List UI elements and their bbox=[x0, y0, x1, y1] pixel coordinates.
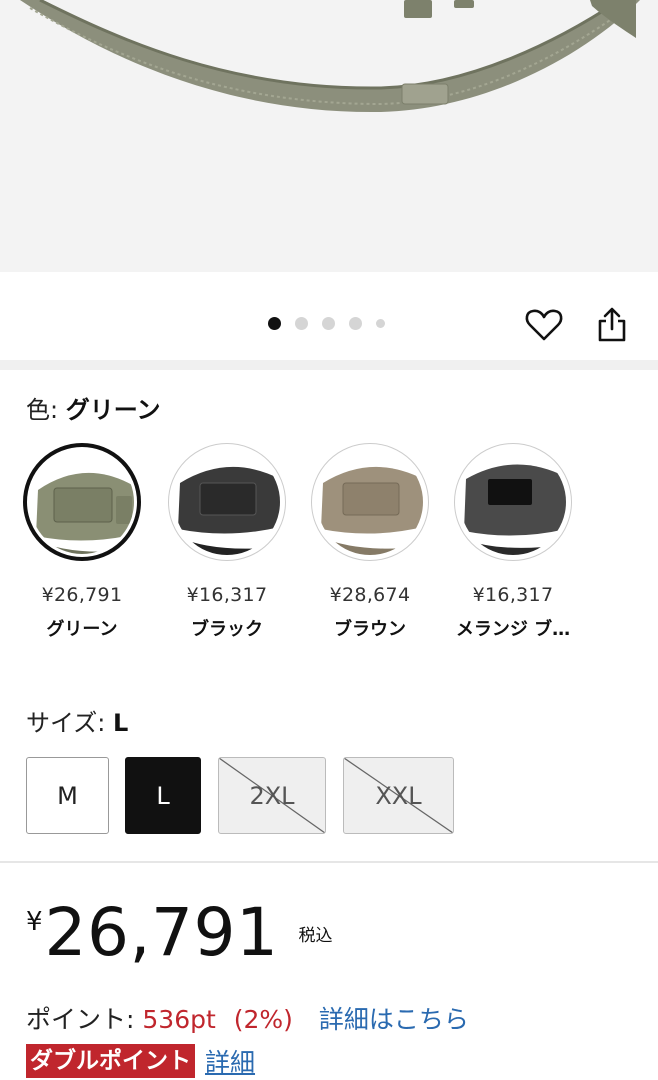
color-label-text: 色: bbox=[26, 396, 59, 424]
size-option-label: XXL bbox=[375, 781, 422, 810]
heart-icon bbox=[525, 309, 563, 341]
double-point-badge: ダブルポイント bbox=[26, 1044, 195, 1078]
double-point-detail-link[interactable]: 詳細 bbox=[205, 1043, 255, 1079]
color-swatch-image[interactable] bbox=[454, 443, 572, 561]
size-option-l[interactable]: L bbox=[125, 757, 201, 834]
gallery-bar bbox=[0, 272, 658, 360]
points-label: ポイント: bbox=[26, 1005, 135, 1034]
brown-bag-thumbnail bbox=[317, 449, 423, 555]
size-option-m[interactable]: M bbox=[26, 757, 109, 834]
size-label-text: サイズ: bbox=[26, 709, 106, 737]
size-option-label: 2XL bbox=[249, 781, 295, 810]
color-option-name: グリーン bbox=[46, 619, 118, 640]
pagination-dot[interactable] bbox=[295, 317, 308, 330]
color-swatch-image[interactable] bbox=[168, 443, 286, 561]
size-option-label: L bbox=[156, 781, 170, 810]
color-option-name: ブラック bbox=[191, 619, 263, 640]
pagination-dot[interactable] bbox=[376, 319, 385, 328]
color-option-black[interactable]: ¥16,317 ブラック bbox=[167, 443, 287, 641]
section-divider bbox=[0, 861, 658, 863]
color-option-name: ブラウン bbox=[334, 619, 406, 640]
color-option-green[interactable]: ¥26,791 グリーン bbox=[22, 443, 142, 641]
product-image[interactable] bbox=[0, 0, 658, 272]
size-option-label: M bbox=[57, 781, 78, 810]
image-pagination bbox=[268, 317, 399, 330]
pagination-dot[interactable] bbox=[268, 317, 281, 330]
section-divider bbox=[0, 360, 658, 370]
points-row: ポイント: 536pt (2%) 詳細はこちら bbox=[26, 1000, 469, 1036]
tax-note: 税込 bbox=[298, 926, 333, 946]
favorite-button[interactable] bbox=[524, 305, 564, 345]
color-swatch-image[interactable] bbox=[23, 443, 141, 561]
pagination-dot[interactable] bbox=[322, 317, 335, 330]
black-bag-thumbnail bbox=[174, 449, 280, 555]
share-icon bbox=[598, 307, 626, 342]
color-option-melange[interactable]: ¥16,317 メランジ ブ… bbox=[453, 443, 573, 641]
color-option-price: ¥28,674 bbox=[329, 584, 411, 606]
selected-size: L bbox=[113, 709, 129, 737]
pagination-dot[interactable] bbox=[349, 317, 362, 330]
color-label: 色: グリーン bbox=[26, 390, 161, 425]
color-option-price: ¥16,317 bbox=[186, 584, 268, 606]
green-bag-thumbnail bbox=[30, 450, 134, 554]
size-option-xxl[interactable]: XXL bbox=[343, 757, 454, 834]
color-option-brown[interactable]: ¥28,674 ブラウン bbox=[310, 443, 430, 641]
color-swatch-image[interactable] bbox=[311, 443, 429, 561]
size-option-2xl[interactable]: 2XL bbox=[218, 757, 326, 834]
points-detail-link[interactable]: 詳細はこちら bbox=[319, 1005, 469, 1034]
selected-color: グリーン bbox=[65, 396, 161, 424]
share-button[interactable] bbox=[592, 305, 632, 345]
color-option-name: メランジ ブ… bbox=[455, 619, 571, 640]
price-block: ¥ 26,791 税込 bbox=[26, 895, 332, 971]
melange-bag-thumbnail bbox=[460, 449, 566, 555]
currency-symbol: ¥ bbox=[26, 907, 43, 937]
size-label: サイズ: L bbox=[26, 703, 128, 738]
price-amount: 26,791 bbox=[44, 894, 279, 971]
color-option-price: ¥26,791 bbox=[41, 584, 123, 606]
color-option-price: ¥16,317 bbox=[472, 584, 554, 606]
points-percent: (2%) bbox=[233, 1005, 293, 1034]
bag-strap-illustration bbox=[20, 0, 640, 113]
double-point-row: ダブルポイント 詳細 bbox=[26, 1043, 255, 1079]
points-value: 536pt bbox=[142, 1005, 216, 1034]
